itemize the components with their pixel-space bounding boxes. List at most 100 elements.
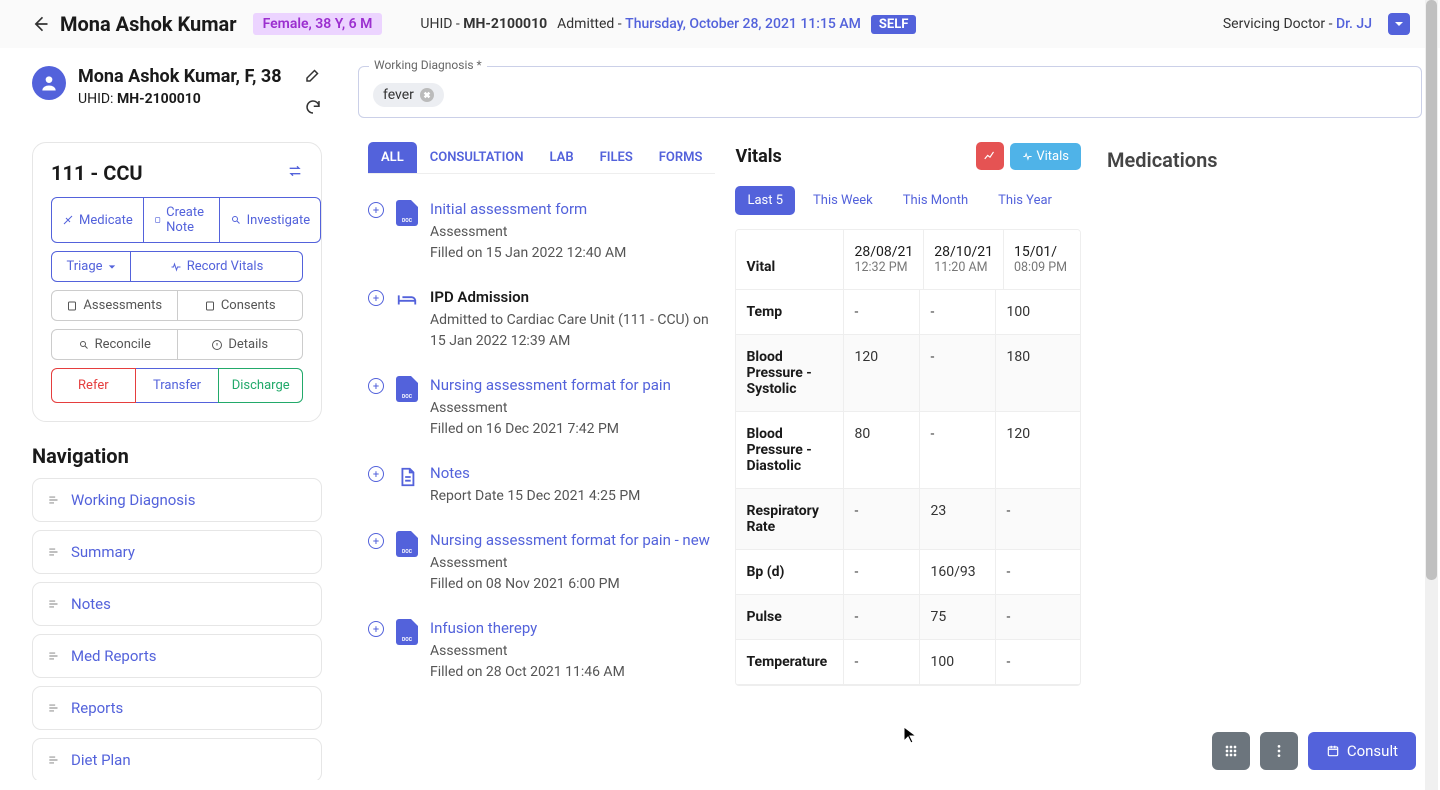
timeline-sub2: Filled on 28 Oct 2021 11:46 AM [430,662,715,683]
vital-row: Blood Pressure - Diastolic80-120 [736,412,1080,489]
timeline-item: Notes Report Date 15 Dec 2021 4:25 PM [368,452,715,519]
nav-item[interactable]: Notes [32,582,322,626]
nav-item[interactable]: Med Reports [32,634,322,678]
grid-button[interactable] [1212,732,1250,770]
doc-icon [396,531,418,557]
discharge-button[interactable]: Discharge [218,368,303,403]
nav-item[interactable]: Summary [32,530,322,574]
nav-item[interactable]: Diet Plan [32,738,322,780]
vital-value: - [996,595,1072,639]
vital-value: 100 [920,640,996,684]
timeline-item: Nursing assessment format for painAssess… [368,364,715,452]
add-vitals-button[interactable]: Vitals [1010,143,1081,170]
working-diagnosis-field[interactable]: Working Diagnosis * fever [358,66,1422,118]
consents-button[interactable]: Consents [178,290,304,321]
back-arrow-icon[interactable] [30,14,50,34]
tab-forms[interactable]: FORMS [646,142,716,173]
vital-date: 28/08/2112:32 PM [844,230,924,289]
refer-button[interactable]: Refer [51,368,136,403]
vital-value: - [844,489,920,549]
demography-chip: Female, 38 Y, 6 M [253,13,383,35]
tab-all[interactable]: ALL [368,142,417,173]
nav-item[interactable]: Working Diagnosis [32,478,322,522]
doc-icon [396,200,418,226]
timeline-title[interactable]: Notes [430,464,715,482]
timeline-sub: Admitted to Cardiac Care Unit (111 - CCU… [430,310,715,352]
expand-icon[interactable] [368,290,384,306]
vital-row: Pulse-75- [736,595,1080,640]
medicate-button[interactable]: Medicate [51,197,144,243]
vital-name: Blood Pressure - Diastolic [736,412,844,488]
timeline-sub: Assessment [430,553,715,574]
range-week[interactable]: This Week [801,186,885,215]
sidebar: Mona Ashok Kumar, F, 38 UHID: MH-2100010… [0,48,340,780]
vital-value: - [996,550,1072,594]
diagnosis-tag: fever [373,83,444,107]
swap-icon[interactable] [287,163,303,183]
timeline-title[interactable]: Nursing assessment format for pain - new [430,531,715,549]
vital-value: 100 [996,290,1072,334]
create-note-button[interactable]: Create Note [144,197,220,243]
expand-icon[interactable] [368,533,384,549]
consult-button[interactable]: Consult [1308,732,1416,770]
timeline-item: Nursing assessment format for pain - new… [368,519,715,607]
vital-row: Temperature-100- [736,640,1080,685]
vitals-chart-icon[interactable] [976,142,1004,170]
timeline-title[interactable]: Nursing assessment format for pain [430,376,715,394]
note-icon [396,464,418,490]
vital-value: 75 [920,595,996,639]
vital-value: - [996,640,1072,684]
expand-icon[interactable] [368,466,384,482]
vital-value: - [844,640,920,684]
vital-name: Bp (d) [736,550,844,594]
remove-tag-icon[interactable] [420,88,434,102]
doc-icon [396,619,418,645]
vital-name: Temperature [736,640,844,684]
range-year[interactable]: This Year [986,186,1064,215]
triage-button[interactable]: Triage [51,251,131,282]
timeline-item: IPD AdmissionAdmitted to Cardiac Care Un… [368,276,715,364]
timeline-title[interactable]: Infusion therepy [430,619,715,637]
assessments-button[interactable]: Assessments [51,290,178,321]
navigation-heading: Navigation [32,444,322,468]
reconcile-button[interactable]: Reconcile [51,329,178,360]
tab-consultation[interactable]: CONSULTATION [417,142,537,173]
vital-value: 180 [996,335,1072,411]
vital-value: - [920,335,996,411]
edit-icon[interactable] [304,66,322,88]
vital-value: 80 [844,412,920,488]
nav-item[interactable]: Reports [32,686,322,730]
details-button[interactable]: Details [178,329,304,360]
tab-files[interactable]: FILES [587,142,646,173]
timeline-sub2: Filled on 15 Jan 2022 12:40 AM [430,243,715,264]
vital-value: - [844,595,920,639]
timeline-sub: Report Date 15 Dec 2021 4:25 PM [430,486,715,507]
vital-row: Bp (d)-160/93- [736,550,1080,595]
record-vitals-button[interactable]: Record Vitals [131,251,303,282]
vital-row: Temp--100 [736,290,1080,335]
expand-icon[interactable] [368,202,384,218]
vital-value: 23 [920,489,996,549]
top-bar: Mona Ashok Kumar Female, 38 Y, 6 M UHID … [0,0,1440,48]
vital-value: 160/93 [920,550,996,594]
refresh-icon[interactable] [304,98,322,120]
range-month[interactable]: This Month [891,186,980,215]
investigate-button[interactable]: Investigate [220,197,321,243]
scrollbar[interactable] [1425,0,1438,790]
timeline-title[interactable]: Initial assessment form [430,200,715,218]
timeline-item: Infusion therepyAssessmentFilled on 28 O… [368,607,715,695]
diagnosis-label: Working Diagnosis * [369,58,487,72]
transfer-button[interactable]: Transfer [136,368,219,403]
room-card: 111 - CCU Medicate Create Note Investiga… [32,142,322,422]
timeline-sub2: Filled on 08 Nov 2021 6:00 PM [430,574,715,595]
range-last5[interactable]: Last 5 [735,186,795,215]
patient-name: Mona Ashok Kumar [60,12,237,36]
expand-icon[interactable] [368,378,384,394]
vital-value: - [920,290,996,334]
vital-row: Blood Pressure - Systolic120-180 [736,335,1080,412]
doc-icon [396,376,418,402]
doctor-dropdown-button[interactable] [1388,13,1410,35]
more-button[interactable] [1260,732,1298,770]
expand-icon[interactable] [368,621,384,637]
tab-lab[interactable]: LAB [537,142,587,173]
